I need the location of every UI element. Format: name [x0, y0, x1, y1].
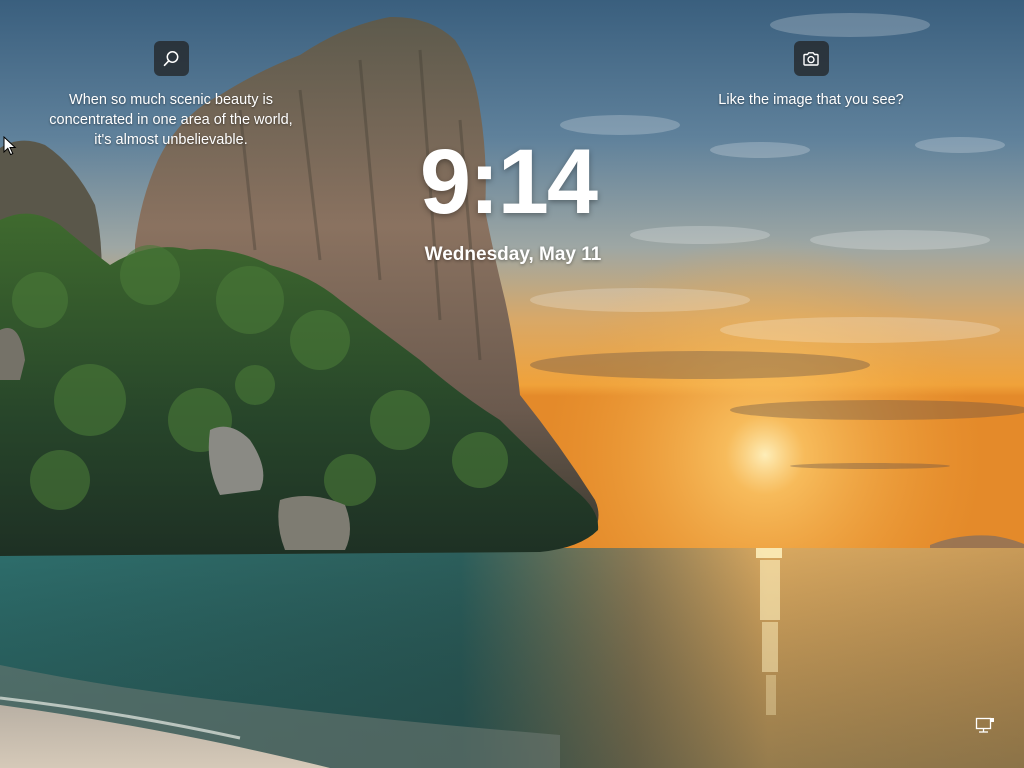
- spotlight-like-text: Like the image that you see?: [718, 92, 904, 108]
- camera-icon: [803, 51, 819, 66]
- mouse-cursor-icon: [3, 136, 17, 156]
- spotlight-like[interactable]: Like the image that you see?: [706, 41, 916, 110]
- lock-screen-date: Wednesday, May 11: [424, 244, 602, 265]
- lock-screen-time: 9:14: [419, 131, 598, 233]
- lock-screen[interactable]: When so much scenic beauty is concentrat…: [0, 0, 1024, 768]
- search-icon: [163, 50, 179, 66]
- spotlight-info-button[interactable]: [153, 41, 189, 76]
- network-icon[interactable]: [975, 717, 995, 735]
- spotlight-like-button[interactable]: [793, 41, 829, 76]
